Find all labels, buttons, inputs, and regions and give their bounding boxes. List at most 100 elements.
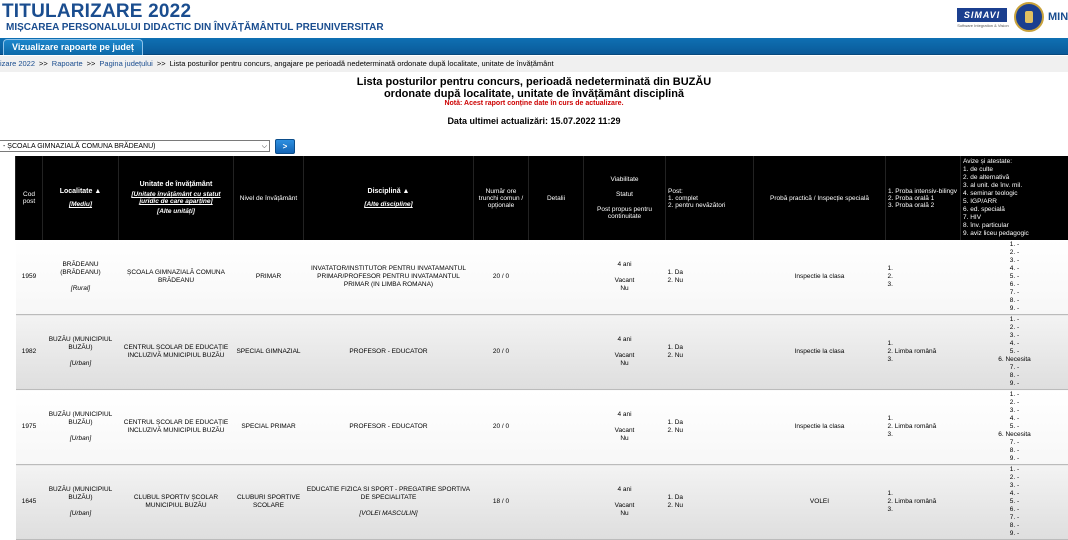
cell-avize: 1. -2. -3. -4. -5. -6. Necesita7. -8. -9…	[961, 315, 1068, 390]
simavi-logo-tagline: Software Integration & Vision	[955, 23, 1011, 28]
col-ore: Număr ore trunchi comun / opționale	[474, 156, 529, 240]
table-row: 1975BUZĂU (MUNICIPIUL BUZĂU)[Urban]CENTR…	[16, 390, 1068, 465]
cell-cod: 1975	[16, 390, 43, 465]
cell-ore: 20 / 0	[474, 240, 529, 315]
aviz-value: 5. -	[1010, 423, 1019, 430]
aviz-value: 5. -	[1010, 498, 1019, 505]
col-proba: Probă practică / Inspecție specială	[754, 156, 886, 240]
probe-value-1: 1.	[888, 340, 893, 347]
statut-value: Vacant	[615, 427, 635, 434]
aviz-value: 4. -	[1010, 340, 1019, 347]
col-disciplina[interactable]: Disciplină ▲[Alte discipline]	[304, 156, 474, 240]
aviz-value: 8. -	[1010, 447, 1019, 454]
col-probe-1: 1. Proba intensiv-bilingv	[888, 188, 957, 195]
col-detalii: Detalii	[529, 156, 584, 240]
chevron-down-icon: ⌵	[262, 141, 267, 152]
mediu-value: [Urban]	[70, 360, 91, 367]
aviz-value: 7. -	[1010, 514, 1019, 521]
tab-county-reports[interactable]: Vizualizare rapoarte pe județ	[3, 39, 143, 55]
avize-item: 4. seminar teologic	[963, 190, 1018, 197]
col-unitate-label: Unitate de învățământ	[140, 181, 213, 188]
school-filter-select[interactable]: - ȘCOALA GIMNAZIALĂ COMUNA BRĂDEANU) ⌵	[0, 140, 270, 152]
cell-avize: 1. -2. -3. -4. -5. -6. -7. -8. -9. -	[961, 465, 1068, 540]
avize-item: 6. ed. specială	[963, 206, 1005, 213]
app-subtitle: MIȘCAREA PERSONALULUI DIDACTIC DIN ÎNVĂȚ…	[6, 22, 384, 33]
aviz-value: 2. -	[1010, 399, 1019, 406]
col-continuitate-label: Post propus pentru continuitate	[597, 206, 652, 220]
filter-go-button[interactable]: >	[275, 139, 295, 154]
app-title: TITULARIZARE 2022	[2, 1, 191, 23]
avize-item: 1. de culte	[963, 166, 993, 173]
cell-detalii	[529, 465, 584, 540]
cell-avize: 1. -2. -3. -4. -5. -6. -7. -8. -9. -	[961, 240, 1068, 315]
cell-viabilitate: 4 aniVacantNu	[584, 315, 666, 390]
cell-ore: 20 / 0	[474, 315, 529, 390]
cell-unitate: CENTRUL ȘCOLAR DE EDUCAȚIE INCLUZIVĂ MUN…	[119, 390, 234, 465]
aviz-value: 1. -	[1010, 316, 1019, 323]
cell-probe: 1.2. Limba română3.	[886, 465, 961, 540]
avize-item: 3. al unit. de înv. mil.	[963, 182, 1022, 189]
breadcrumb-separator: >>	[39, 59, 48, 68]
table-row: 1645BUZĂU (MUNICIPIUL BUZĂU)[Urban]CLUBU…	[16, 465, 1068, 540]
aviz-value: 7. -	[1010, 289, 1019, 296]
post-value-1: 1. Da	[668, 494, 684, 501]
col-post-opt1: 1. complet	[668, 195, 698, 202]
aviz-value: 1. -	[1010, 241, 1019, 248]
col-localitate[interactable]: Localitate ▲ [Mediu]	[43, 156, 119, 240]
aviz-value: 4. -	[1010, 265, 1019, 272]
aviz-value: 2. -	[1010, 474, 1019, 481]
probe-value-1: 1.	[888, 415, 893, 422]
col-viab-label: Viabilitate	[610, 176, 638, 183]
col-localitate-sub: [Mediu]	[45, 201, 116, 208]
col-unitate: Unitate de învățământ[Unitate învățământ…	[119, 156, 234, 240]
app-header: TITULARIZARE 2022 MIȘCAREA PERSONALULUI …	[0, 0, 1068, 38]
breadcrumb-county-page[interactable]: Pagina județului	[99, 59, 152, 68]
ministry-label: MIN	[1048, 11, 1068, 23]
probe-value-1: 1.	[888, 490, 893, 497]
col-cod: Cod post	[16, 156, 43, 240]
probe-value-3: 3.	[888, 506, 893, 513]
cell-probe: 1.2.3.	[886, 240, 961, 315]
cell-proba: Inspectie la clasa	[754, 240, 886, 315]
aviz-value: 5. -	[1010, 273, 1019, 280]
breadcrumb-separator: >>	[157, 59, 166, 68]
cell-nivel: SPECIAL PRIMAR	[234, 390, 304, 465]
disciplina-value: INVATATOR/INSTITUTOR PENTRU INVATAMANTUL…	[311, 265, 466, 288]
breadcrumb-reports[interactable]: Rapoarte	[52, 59, 83, 68]
post-value-2: 2. Nu	[668, 502, 684, 509]
probe-value-2: 2. Limba română	[888, 423, 937, 430]
cell-localitate: BUZĂU (MUNICIPIUL BUZĂU)[Urban]	[43, 465, 119, 540]
cell-detalii	[529, 390, 584, 465]
continuitate-value: Nu	[620, 285, 628, 292]
cell-unitate: CLUBUL SPORTIV ȘCOLAR MUNICIPIUL BUZĂU	[119, 465, 234, 540]
col-post: Post:1. complet2. pentru nevăzători	[666, 156, 754, 240]
simavi-logo: SIMAVI	[957, 8, 1007, 22]
aviz-value: 8. -	[1010, 372, 1019, 379]
cell-nivel: PRIMAR	[234, 240, 304, 315]
aviz-value: 4. -	[1010, 490, 1019, 497]
col-localitate-label: Localitate ▲	[60, 188, 102, 195]
cell-proba: Inspectie la clasa	[754, 390, 886, 465]
breadcrumb-home[interactable]: izare 2022	[0, 59, 35, 68]
localitate-value: BRĂDEANU (BRĂDEANU)	[60, 261, 100, 276]
aviz-value: 6. Necesita	[998, 431, 1031, 438]
disciplina-value: PROFESOR - EDUCATOR	[349, 423, 427, 430]
cell-probe: 1.2. Limba română3.	[886, 315, 961, 390]
posts-table: Cod post Localitate ▲ [Mediu] Unitate de …	[15, 156, 1068, 540]
continuitate-value: Nu	[620, 510, 628, 517]
cell-proba: VOLEI	[754, 465, 886, 540]
cell-unitate: ȘCOALA GIMNAZIALĂ COMUNA BRĂDEANU	[119, 240, 234, 315]
probe-value-2: 2. Limba română	[888, 348, 937, 355]
aviz-value: 3. -	[1010, 257, 1019, 264]
probe-value-2: 2.	[888, 273, 893, 280]
aviz-value: 9. -	[1010, 380, 1019, 387]
aviz-value: 1. -	[1010, 466, 1019, 473]
report-note: Notă: Acest raport conține date în curs …	[0, 100, 1068, 107]
cell-localitate: BUZĂU (MUNICIPIUL BUZĂU)[Urban]	[43, 315, 119, 390]
cell-cod: 1982	[16, 315, 43, 390]
post-value-2: 2. Nu	[668, 427, 684, 434]
localitate-value: BUZĂU (MUNICIPIUL BUZĂU)	[49, 411, 113, 426]
cell-viabilitate: 4 aniVacantNu	[584, 240, 666, 315]
cell-post: 1. Da2. Nu	[666, 240, 754, 315]
col-nivel: Nivel de învățământ	[234, 156, 304, 240]
